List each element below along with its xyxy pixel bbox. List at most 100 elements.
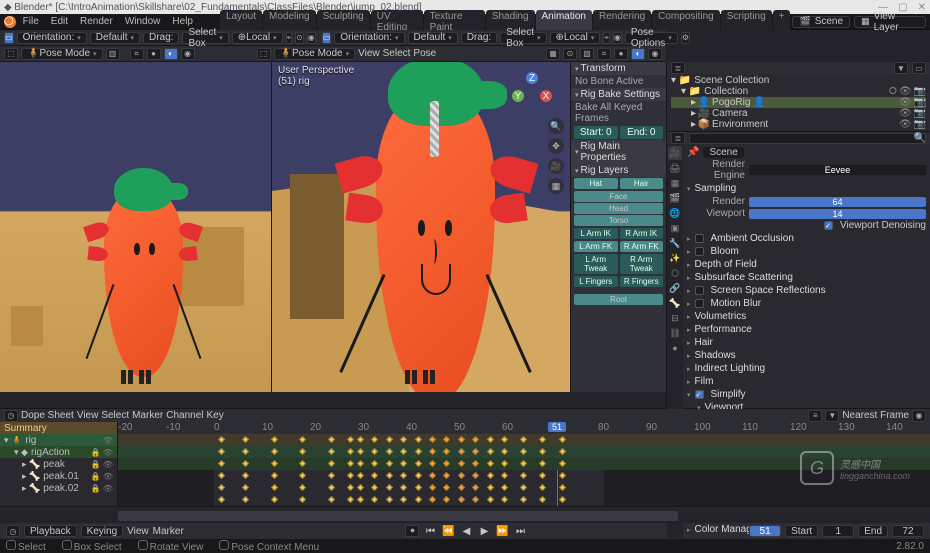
keyframe[interactable] bbox=[415, 436, 422, 443]
keyframe[interactable] bbox=[386, 448, 393, 455]
keyframe[interactable] bbox=[347, 448, 354, 455]
keyframe[interactable] bbox=[472, 436, 479, 443]
npanel-transform[interactable]: Transform bbox=[571, 62, 666, 75]
keyframe[interactable] bbox=[487, 496, 494, 503]
keyframe[interactable] bbox=[487, 448, 494, 455]
keyframe[interactable] bbox=[386, 436, 393, 443]
vp-denoise-chk[interactable] bbox=[824, 221, 833, 230]
keyframe[interactable] bbox=[415, 484, 422, 491]
keyframe[interactable] bbox=[299, 460, 306, 467]
keyframe[interactable] bbox=[371, 436, 378, 443]
keyframe[interactable] bbox=[347, 496, 354, 503]
keyframe[interactable] bbox=[299, 484, 306, 491]
keyframe[interactable] bbox=[472, 448, 479, 455]
keyframe[interactable] bbox=[443, 496, 450, 503]
keyframe[interactable] bbox=[400, 460, 407, 467]
tab-render-icon[interactable]: 🎥 bbox=[668, 146, 682, 160]
keyframe[interactable] bbox=[271, 460, 278, 467]
menu-file[interactable]: File bbox=[18, 16, 44, 27]
panel-ao[interactable]: Ambient Occlusion bbox=[687, 232, 926, 245]
keyframe[interactable] bbox=[299, 496, 306, 503]
keyframe[interactable] bbox=[357, 496, 364, 503]
dope-propedit-icon[interactable]: ◉ bbox=[912, 410, 926, 422]
keyframe[interactable] bbox=[371, 460, 378, 467]
scene-selector[interactable]: 🎬 Scene bbox=[792, 16, 850, 28]
keyframe[interactable] bbox=[271, 496, 278, 503]
layer-face[interactable]: Face bbox=[574, 191, 663, 202]
viewport-main[interactable]: User Perspective (51) rig bbox=[272, 62, 666, 392]
new-coll-icon[interactable]: ▭ bbox=[912, 62, 926, 74]
keyframe[interactable] bbox=[371, 472, 378, 479]
keyframe[interactable] bbox=[386, 484, 393, 491]
keyframe[interactable] bbox=[242, 460, 249, 467]
shading-wire-icon-2[interactable]: ⌗ bbox=[597, 48, 611, 60]
bake-end[interactable]: End: 0 bbox=[620, 126, 664, 139]
panel-sss[interactable]: Subsurface Scattering bbox=[687, 271, 926, 284]
layer-hair[interactable]: Hair bbox=[620, 178, 664, 189]
vp-menu-view[interactable]: View bbox=[358, 48, 380, 59]
keyframe[interactable] bbox=[539, 448, 546, 455]
keyframe[interactable] bbox=[458, 460, 465, 467]
panel-mblur[interactable]: Motion Blur bbox=[687, 297, 926, 310]
keyframe[interactable] bbox=[458, 448, 465, 455]
start-frame[interactable]: 1 bbox=[822, 525, 854, 537]
shading-matprev-icon-2[interactable]: ◐ bbox=[631, 48, 645, 60]
cursor-tool-icon[interactable]: ▭ bbox=[4, 32, 14, 44]
tab-boneconstraint-icon[interactable]: ⛓ bbox=[668, 326, 682, 340]
viewport-camera[interactable] bbox=[0, 62, 272, 392]
tab-object-icon[interactable]: ▣ bbox=[668, 221, 682, 235]
panel-dof[interactable]: Depth of Field bbox=[687, 258, 926, 271]
keyframe[interactable] bbox=[429, 472, 436, 479]
keyframe[interactable] bbox=[520, 496, 527, 503]
vp-menu-pose[interactable]: Pose bbox=[413, 48, 436, 59]
layer-larmik[interactable]: L Arm IK bbox=[574, 228, 618, 239]
shading-solid-icon-2[interactable]: ● bbox=[614, 48, 628, 60]
keyframe[interactable] bbox=[520, 460, 527, 467]
keyframe[interactable] bbox=[559, 460, 566, 467]
menu-help[interactable]: Help bbox=[167, 16, 198, 27]
keyframe[interactable] bbox=[415, 448, 422, 455]
keyframe[interactable] bbox=[539, 436, 546, 443]
layer-hat[interactable]: Hat bbox=[574, 178, 618, 189]
keyframe[interactable] bbox=[559, 436, 566, 443]
panel-perf[interactable]: Performance bbox=[687, 323, 926, 336]
tab-viewlayer-icon[interactable]: ▦ bbox=[668, 176, 682, 190]
zoom-icon[interactable]: 🔍 bbox=[548, 118, 564, 134]
keyframe[interactable] bbox=[242, 448, 249, 455]
keyframe[interactable] bbox=[271, 448, 278, 455]
shading-render-icon-2[interactable]: ◉ bbox=[648, 48, 662, 60]
keyframe[interactable] bbox=[218, 496, 225, 503]
keyframe-next-icon[interactable]: ⏩ bbox=[495, 525, 509, 537]
tab-armature-icon[interactable]: 🦴 bbox=[668, 296, 682, 310]
keyframe[interactable] bbox=[443, 448, 450, 455]
dope-tracks[interactable]: -20-100102030405060708090100110120130140… bbox=[118, 422, 930, 506]
panel-simplify[interactable]: Simplify bbox=[687, 388, 926, 401]
layer-head[interactable]: Head bbox=[574, 203, 663, 214]
ch-bone-0[interactable]: ▸ 🦴 peak🔒 👁 bbox=[0, 458, 117, 470]
axis-y-icon[interactable]: Y bbox=[512, 90, 524, 102]
keyframe[interactable] bbox=[242, 484, 249, 491]
tab-constraints-icon[interactable]: 🔗 bbox=[668, 281, 682, 295]
panel-ssr[interactable]: Screen Space Reflections bbox=[687, 284, 926, 297]
render-samples[interactable]: 64 bbox=[749, 197, 926, 207]
overlay-gizmo-icon[interactable]: ▦ bbox=[546, 48, 560, 60]
pan-icon[interactable]: ✥ bbox=[548, 138, 564, 154]
bake-all-chk[interactable]: Bake All Keyed Frames bbox=[575, 102, 642, 124]
keyframe[interactable] bbox=[415, 496, 422, 503]
keyframe[interactable] bbox=[520, 448, 527, 455]
keyframe[interactable] bbox=[487, 436, 494, 443]
axis-x-icon[interactable]: X bbox=[540, 90, 552, 102]
keyframe[interactable] bbox=[472, 496, 479, 503]
keyframe[interactable] bbox=[357, 448, 364, 455]
camera-icon[interactable]: 🎥 bbox=[548, 158, 564, 174]
drag-select-2[interactable]: Select Box bbox=[500, 32, 546, 44]
dope-mode[interactable]: Dope Sheet bbox=[21, 410, 74, 421]
tab-bone-icon[interactable]: ⊟ bbox=[668, 311, 682, 325]
keyframe[interactable] bbox=[271, 436, 278, 443]
ch-summary[interactable]: Summary bbox=[0, 422, 117, 434]
keyframe[interactable] bbox=[429, 460, 436, 467]
viewport-samples[interactable]: 14 bbox=[749, 209, 926, 219]
keyframe[interactable] bbox=[371, 448, 378, 455]
keyframe[interactable] bbox=[347, 436, 354, 443]
dope-menu-select[interactable]: Select bbox=[101, 410, 129, 421]
